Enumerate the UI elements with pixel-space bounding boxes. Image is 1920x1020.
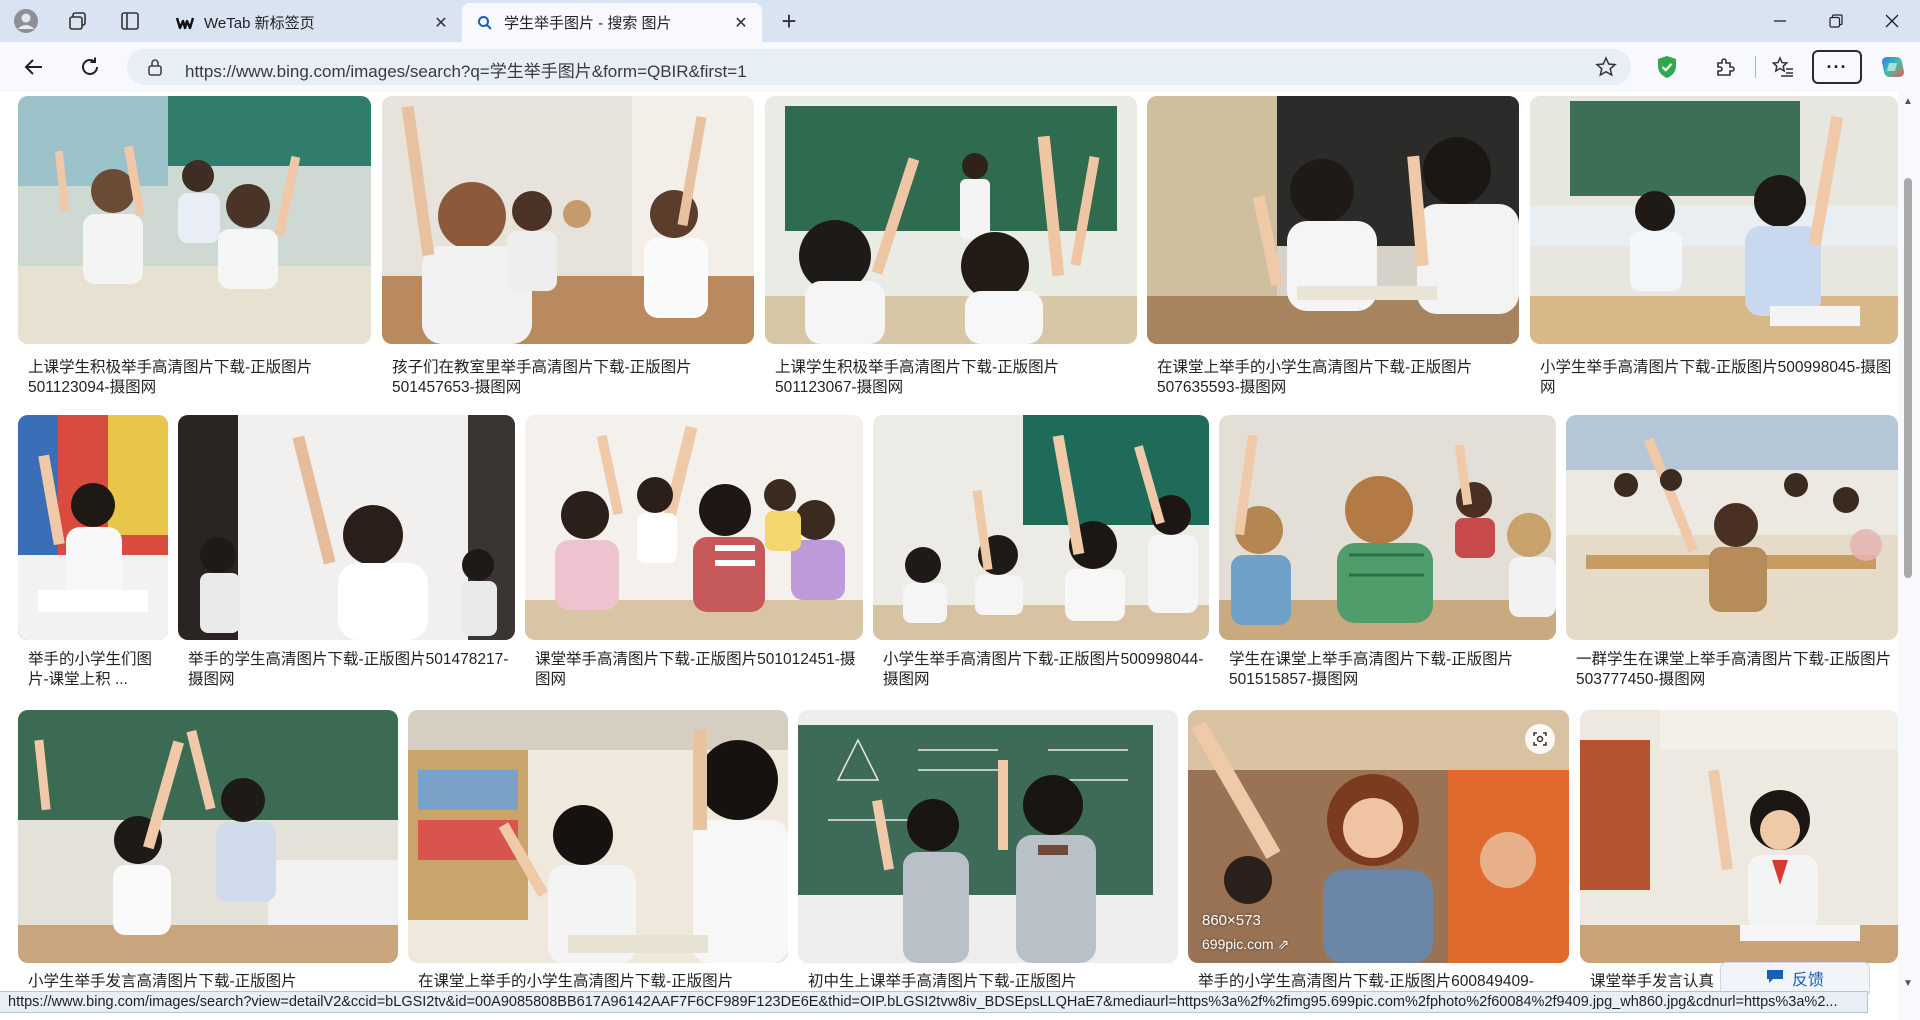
tab-bing-images[interactable]: 学生举手图片 - 搜索 图片 ✕ xyxy=(462,3,762,42)
copilot-icon[interactable] xyxy=(1878,52,1908,82)
result-caption[interactable]: 小学生举手高清图片下载-正版图片500998044-摄图网 xyxy=(883,650,1207,690)
tab-title: WeTab 新标签页 xyxy=(204,15,315,32)
result-thumbnail[interactable] xyxy=(18,710,398,963)
result-thumbnail[interactable] xyxy=(382,96,754,344)
feedback-button[interactable]: 反馈 xyxy=(1720,962,1870,994)
result-thumbnail[interactable] xyxy=(1580,710,1898,963)
wetab-logo-icon xyxy=(176,14,194,32)
toolbar-divider xyxy=(1755,56,1756,78)
new-tab-button[interactable]: + xyxy=(774,7,804,37)
result-caption[interactable]: 孩子们在教室里举手高清图片下载-正版图片501457653-摄图网 xyxy=(392,358,752,398)
vertical-tabs-icon[interactable] xyxy=(116,7,144,35)
result-caption[interactable]: 举手的小学生们图片-课堂上积 ... xyxy=(28,650,166,690)
result-thumbnail[interactable] xyxy=(1566,415,1898,640)
result-caption[interactable]: 课堂举手高清图片下载-正版图片501012451-摄图网 xyxy=(535,650,861,690)
vertical-scrollbar[interactable]: ▲ ▼ xyxy=(1898,92,1920,1020)
feedback-icon xyxy=(1766,968,1784,989)
workspaces-icon[interactable] xyxy=(64,7,92,35)
scroll-up-arrow-icon[interactable]: ▲ xyxy=(1903,96,1913,107)
feedback-label: 反馈 xyxy=(1791,972,1824,989)
result-caption[interactable]: 学生在课堂上举手高清图片下载-正版图片501515857-摄图网 xyxy=(1229,650,1554,690)
search-icon xyxy=(476,14,494,32)
restore-icon[interactable] xyxy=(1808,0,1864,42)
extensions-puzzle-icon[interactable] xyxy=(1710,52,1740,82)
image-results-grid: 上课学生积极举手高清图片下载-正版图片501123094-摄图网 孩子们在教室里… xyxy=(0,92,1920,1020)
result-thumbnail[interactable] xyxy=(408,710,788,963)
result-caption[interactable]: 上课学生积极举手高清图片下载-正版图片501123094-摄图网 xyxy=(28,358,369,398)
tab-strip: WeTab 新标签页 ✕ 学生举手图片 - 搜索 图片 ✕ + xyxy=(0,0,1920,42)
external-link-icon: ⇗ xyxy=(1277,936,1290,952)
favorites-list-icon[interactable] xyxy=(1768,52,1798,82)
result-caption[interactable]: 上课学生积极举手高清图片下载-正版图片501123067-摄图网 xyxy=(775,358,1135,398)
profile-avatar-icon[interactable] xyxy=(12,7,40,35)
minimize-icon[interactable] xyxy=(1752,0,1808,42)
result-thumbnail[interactable] xyxy=(178,415,515,640)
result-thumbnail[interactable] xyxy=(1530,96,1898,344)
tab-wetab[interactable]: WeTab 新标签页 ✕ xyxy=(162,3,462,42)
back-arrow-icon[interactable] xyxy=(20,53,48,81)
result-thumbnail[interactable] xyxy=(1219,415,1556,640)
result-caption[interactable]: 一群学生在课堂上举手高清图片下载-正版图片503777450-摄图网 xyxy=(1576,650,1896,690)
result-thumbnail[interactable] xyxy=(798,710,1178,963)
status-bar-url: https://www.bing.com/images/search?view=… xyxy=(0,991,1868,1013)
result-thumbnail[interactable] xyxy=(765,96,1137,344)
favorite-star-icon[interactable] xyxy=(1595,56,1617,83)
close-tab-icon[interactable]: ✕ xyxy=(430,12,452,34)
close-tab-icon[interactable]: ✕ xyxy=(730,12,752,34)
result-caption[interactable]: 小学生举手高清图片下载-正版图片500998045-摄图网 xyxy=(1540,358,1896,398)
address-url: https://www.bing.com/images/search?q=学生举… xyxy=(185,62,747,81)
image-source-badge[interactable]: 699pic.com ⇗ xyxy=(1202,936,1289,953)
result-caption[interactable]: 小学生举手发言高清图片下载-正版图片 xyxy=(28,972,396,992)
more-options-button[interactable]: ··· xyxy=(1812,50,1862,84)
image-size-badge: 860×573 xyxy=(1202,912,1261,929)
scroll-down-arrow-icon[interactable]: ▼ xyxy=(1903,978,1913,989)
result-caption[interactable]: 举手的小学生高清图片下载-正版图片600849409- xyxy=(1198,972,1567,992)
result-thumbnail[interactable] xyxy=(525,415,863,640)
shield-check-icon[interactable] xyxy=(1652,52,1682,82)
browser-toolbar: https://www.bing.com/images/search?q=学生举… xyxy=(0,42,1920,92)
lock-icon[interactable] xyxy=(147,58,163,81)
result-thumbnail[interactable] xyxy=(1147,96,1519,344)
result-thumbnail[interactable] xyxy=(18,415,168,640)
close-window-icon[interactable] xyxy=(1864,0,1920,42)
result-thumbnail[interactable] xyxy=(873,415,1209,640)
result-caption[interactable]: 初中生上课举手高清图片下载-正版图片 xyxy=(808,972,1176,992)
result-thumbnail[interactable] xyxy=(18,96,371,344)
refresh-icon[interactable] xyxy=(76,53,104,81)
visual-search-icon[interactable] xyxy=(1525,724,1555,754)
result-caption[interactable]: 在课堂上举手的小学生高清图片下载-正版图片507635593-摄图网 xyxy=(1157,358,1517,398)
scrollbar-thumb[interactable] xyxy=(1904,178,1912,578)
result-caption[interactable]: 举手的学生高清图片下载-正版图片501478217-摄图网 xyxy=(188,650,513,690)
image-source-domain: 699pic.com xyxy=(1202,936,1274,952)
result-thumbnail[interactable]: 860×573 699pic.com ⇗ xyxy=(1188,710,1569,963)
tab-title: 学生举手图片 - 搜索 图片 xyxy=(504,15,672,32)
result-caption[interactable]: 在课堂上举手的小学生高清图片下载-正版图片 xyxy=(418,972,786,992)
address-bar[interactable]: https://www.bing.com/images/search?q=学生举… xyxy=(127,49,1631,85)
